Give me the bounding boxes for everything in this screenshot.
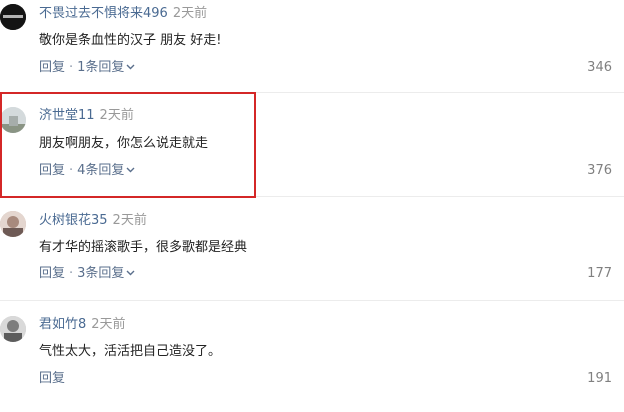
timestamp: 2天前 <box>91 317 126 332</box>
reply-button[interactable]: 回复 <box>39 371 65 386</box>
avatar-image <box>0 316 26 342</box>
avatar[interactable] <box>0 4 26 30</box>
comment-item: 济世堂11 2天前 朋友啊朋友，你怎么说走就走 回复 · 4条回复 376 <box>0 93 624 196</box>
separator-dot: · <box>69 163 74 178</box>
view-replies-button[interactable]: 4条回复 <box>77 163 135 178</box>
comment-actions: 回复 <box>39 370 65 388</box>
reply-button[interactable]: 回复 <box>39 266 65 281</box>
avatar[interactable] <box>0 211 26 237</box>
reply-count: 1条回复 <box>77 60 125 75</box>
avatar[interactable] <box>0 316 26 342</box>
like-count[interactable]: 177 <box>587 265 612 283</box>
comment-item: 君如竹8 2天前 气性太大，活活把自己造没了。 回复 191 <box>0 301 624 412</box>
comment-meta: 不畏过去不惧将来496 2天前 <box>39 5 207 23</box>
like-count[interactable]: 376 <box>587 162 612 180</box>
avatar[interactable] <box>0 107 26 133</box>
comment-text: 气性太大，活活把自己造没了。 <box>39 344 222 359</box>
comment-actions: 回复 · 1条回复 <box>39 59 135 77</box>
comment-text: 朋友啊朋友，你怎么说走就走 <box>39 136 209 151</box>
username[interactable]: 君如竹8 <box>39 317 86 332</box>
separator-dot: · <box>69 266 74 281</box>
comment-text: 敬你是条血性的汉子 朋友 好走! <box>39 33 222 48</box>
avatar-image <box>0 4 26 30</box>
comment-item: 火树银花35 2天前 有才华的摇滚歌手，很多歌都是经典 回复 · 3条回复 177 <box>0 197 624 300</box>
username[interactable]: 火树银花35 <box>39 213 108 228</box>
reply-button[interactable]: 回复 <box>39 163 65 178</box>
timestamp: 2天前 <box>99 108 134 123</box>
reply-button[interactable]: 回复 <box>39 60 65 75</box>
comment-item: 不畏过去不惧将来496 2天前 敬你是条血性的汉子 朋友 好走! 回复 · 1条回复 … <box>0 0 624 92</box>
chevron-down-icon <box>126 64 135 69</box>
comment-meta: 济世堂11 2天前 <box>39 107 134 125</box>
timestamp: 2天前 <box>172 6 208 21</box>
chevron-down-icon <box>126 167 135 172</box>
separator-dot: · <box>69 60 74 75</box>
username[interactable]: 济世堂11 <box>39 108 95 123</box>
avatar-image <box>0 107 26 133</box>
reply-count: 4条回复 <box>77 163 125 178</box>
reply-count: 3条回复 <box>77 266 125 281</box>
timestamp: 2天前 <box>112 213 147 228</box>
avatar-image <box>0 211 26 237</box>
comment-text: 有才华的摇滚歌手，很多歌都是经典 <box>39 240 248 255</box>
comment-meta: 火树银花35 2天前 <box>39 212 147 230</box>
chevron-down-icon <box>126 270 135 275</box>
like-count[interactable]: 191 <box>587 370 612 388</box>
comment-meta: 君如竹8 2天前 <box>39 316 126 334</box>
view-replies-button[interactable]: 3条回复 <box>77 266 135 281</box>
comment-actions: 回复 · 4条回复 <box>39 162 135 180</box>
view-replies-button[interactable]: 1条回复 <box>77 60 135 75</box>
comment-actions: 回复 · 3条回复 <box>39 265 135 283</box>
like-count[interactable]: 346 <box>587 59 612 77</box>
username[interactable]: 不畏过去不惧将来496 <box>39 6 168 21</box>
